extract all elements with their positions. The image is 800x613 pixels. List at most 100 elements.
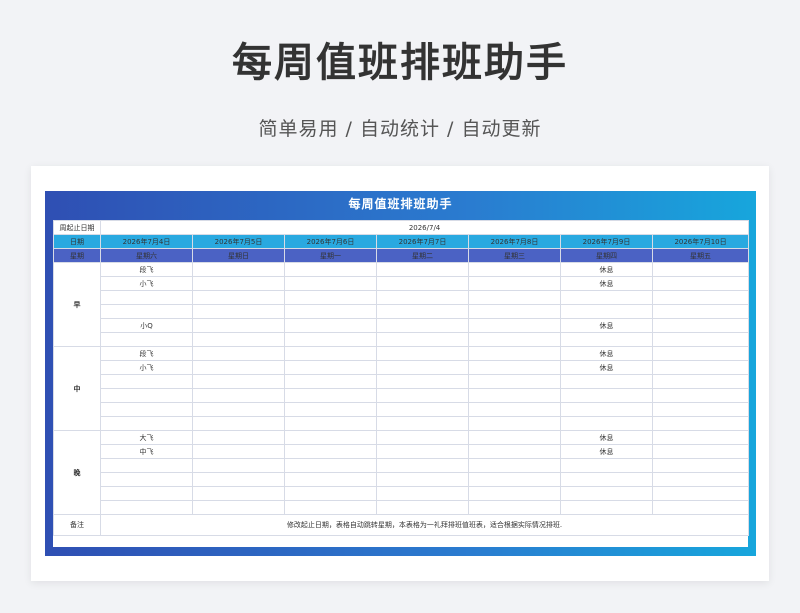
duty-cell[interactable] — [376, 402, 469, 417]
duty-cell[interactable] — [376, 276, 469, 291]
duty-cell[interactable] — [376, 290, 469, 305]
duty-cell[interactable] — [651, 374, 750, 389]
duty-cell[interactable]: 段飞 — [100, 262, 193, 277]
duty-cell[interactable] — [284, 458, 377, 473]
duty-cell[interactable] — [376, 416, 469, 431]
duty-cell[interactable] — [468, 276, 561, 291]
duty-cell[interactable] — [192, 388, 285, 403]
duty-cell[interactable] — [468, 444, 561, 459]
duty-cell[interactable]: 休息 — [560, 430, 653, 445]
duty-cell[interactable] — [376, 304, 469, 319]
duty-cell[interactable] — [192, 360, 285, 375]
duty-cell[interactable] — [100, 486, 193, 501]
duty-cell[interactable] — [284, 374, 377, 389]
duty-cell[interactable] — [192, 444, 285, 459]
duty-cell[interactable] — [560, 374, 653, 389]
duty-cell[interactable] — [468, 458, 561, 473]
duty-cell[interactable] — [560, 472, 653, 487]
duty-cell[interactable] — [376, 262, 469, 277]
duty-cell[interactable] — [100, 458, 193, 473]
duty-cell[interactable] — [651, 332, 750, 347]
duty-cell[interactable] — [376, 444, 469, 459]
duty-cell[interactable] — [468, 346, 561, 361]
duty-cell[interactable] — [192, 472, 285, 487]
duty-cell[interactable] — [376, 332, 469, 347]
duty-cell[interactable]: 小飞 — [100, 276, 193, 291]
duty-cell[interactable] — [651, 360, 750, 375]
duty-cell[interactable] — [560, 388, 653, 403]
start-date-input[interactable]: 2026/7/4 — [99, 220, 750, 235]
duty-cell[interactable] — [376, 360, 469, 375]
duty-cell[interactable] — [651, 444, 750, 459]
duty-cell[interactable] — [100, 332, 193, 347]
duty-cell[interactable] — [376, 458, 469, 473]
duty-cell[interactable] — [468, 430, 561, 445]
duty-cell[interactable] — [651, 318, 750, 333]
duty-cell[interactable] — [284, 262, 377, 277]
duty-cell[interactable] — [100, 416, 193, 431]
duty-cell[interactable] — [192, 346, 285, 361]
duty-cell[interactable]: 段飞 — [100, 346, 193, 361]
duty-cell[interactable] — [100, 500, 193, 515]
duty-cell[interactable] — [192, 458, 285, 473]
duty-cell[interactable] — [468, 374, 561, 389]
duty-cell[interactable] — [651, 402, 750, 417]
duty-cell[interactable] — [100, 374, 193, 389]
duty-cell[interactable]: 休息 — [560, 360, 653, 375]
duty-cell[interactable] — [651, 500, 750, 515]
duty-cell[interactable] — [192, 416, 285, 431]
duty-cell[interactable] — [192, 318, 285, 333]
duty-cell[interactable] — [284, 290, 377, 305]
duty-cell[interactable] — [192, 402, 285, 417]
duty-cell[interactable] — [284, 472, 377, 487]
duty-cell[interactable] — [284, 276, 377, 291]
duty-cell[interactable] — [560, 486, 653, 501]
duty-cell[interactable] — [284, 346, 377, 361]
duty-cell[interactable] — [192, 262, 285, 277]
duty-cell[interactable]: 休息 — [560, 318, 653, 333]
duty-cell[interactable] — [560, 402, 653, 417]
duty-cell[interactable] — [560, 458, 653, 473]
duty-cell[interactable]: 大飞 — [100, 430, 193, 445]
duty-cell[interactable] — [651, 430, 750, 445]
duty-cell[interactable]: 休息 — [560, 276, 653, 291]
duty-cell[interactable] — [376, 500, 469, 515]
duty-cell[interactable] — [651, 388, 750, 403]
duty-cell[interactable] — [468, 486, 561, 501]
duty-cell[interactable] — [192, 332, 285, 347]
duty-cell[interactable] — [192, 276, 285, 291]
duty-cell[interactable] — [100, 472, 193, 487]
duty-cell[interactable] — [192, 486, 285, 501]
duty-cell[interactable] — [284, 444, 377, 459]
duty-cell[interactable] — [468, 360, 561, 375]
duty-cell[interactable] — [560, 500, 653, 515]
duty-cell[interactable]: 休息 — [560, 262, 653, 277]
duty-cell[interactable] — [284, 500, 377, 515]
duty-cell[interactable] — [651, 416, 750, 431]
duty-cell[interactable] — [560, 416, 653, 431]
duty-cell[interactable] — [651, 486, 750, 501]
duty-cell[interactable] — [376, 374, 469, 389]
duty-cell[interactable] — [560, 332, 653, 347]
duty-cell[interactable] — [468, 332, 561, 347]
duty-cell[interactable]: 小Q — [100, 318, 193, 333]
duty-cell[interactable] — [192, 374, 285, 389]
duty-cell[interactable] — [468, 416, 561, 431]
duty-cell[interactable] — [284, 416, 377, 431]
duty-cell[interactable] — [651, 304, 750, 319]
duty-cell[interactable] — [651, 472, 750, 487]
duty-cell[interactable] — [376, 430, 469, 445]
duty-cell[interactable] — [284, 318, 377, 333]
duty-cell[interactable] — [468, 304, 561, 319]
duty-cell[interactable] — [192, 290, 285, 305]
duty-cell[interactable] — [100, 290, 193, 305]
duty-cell[interactable] — [376, 388, 469, 403]
duty-cell[interactable] — [284, 388, 377, 403]
duty-cell[interactable]: 小飞 — [100, 360, 193, 375]
duty-cell[interactable] — [376, 472, 469, 487]
duty-cell[interactable] — [468, 262, 561, 277]
duty-cell[interactable] — [284, 304, 377, 319]
duty-cell[interactable] — [376, 346, 469, 361]
duty-cell[interactable] — [468, 472, 561, 487]
duty-cell[interactable] — [284, 430, 377, 445]
